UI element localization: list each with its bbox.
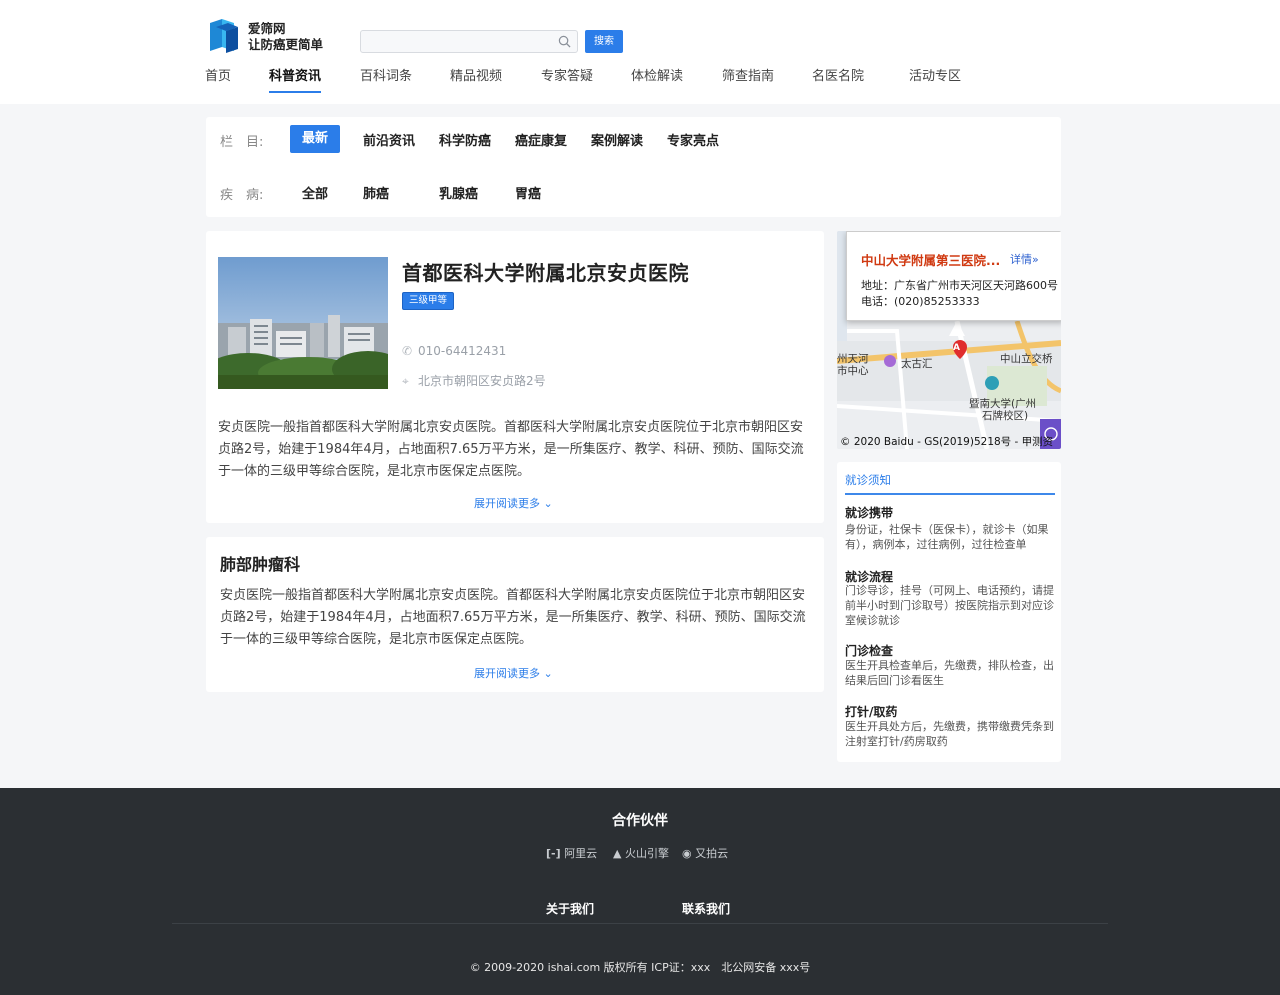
disease-stomach[interactable]: 胃癌 bbox=[515, 183, 541, 202]
partners-title: 合作伙伴 bbox=[612, 813, 668, 829]
footer-divider bbox=[172, 923, 1108, 924]
footer-about-link[interactable]: 关于我们 bbox=[546, 900, 594, 917]
column-frontier[interactable]: 前沿资讯 bbox=[363, 130, 415, 149]
department-card: 肺部肿瘤科 安贞医院一般指首都医科大学附属北京安贞医院。首都医科大学附属北京安贞… bbox=[206, 537, 824, 692]
nav-videos[interactable]: 精品视频 bbox=[450, 68, 502, 96]
hospital-address: ⌖ 北京市朝阳区安贞路2号 bbox=[402, 374, 546, 388]
search-input[interactable] bbox=[360, 30, 578, 53]
brand-slogan: 让防癌更简单 bbox=[248, 37, 324, 52]
notice-section-text: 医生开具处方后，先缴费，携带缴费凭条到注射室打针/药房取药 bbox=[845, 720, 1054, 748]
disease-label: 疾 病: bbox=[220, 188, 264, 203]
phone-icon: ✆ bbox=[402, 344, 413, 358]
hospital-level-badge: 三级甲等 bbox=[402, 292, 455, 310]
popup-hospital-title: 中山大学附属第三医院... bbox=[861, 253, 1001, 268]
chevron-down-icon: ⌄ bbox=[543, 667, 553, 680]
popup-detail-link[interactable]: 详情» bbox=[1010, 251, 1039, 267]
partner-aliyun[interactable]: [-] 阿里云 bbox=[546, 845, 597, 861]
site-header: 爱筛网 让防癌更简单 搜索 首页 科普资讯 百科词条 精品视频 专家答疑 体检解… bbox=[0, 0, 1280, 104]
visit-notice-panel: 就诊须知 就诊携带 身份证，社保卡（医保卡），就诊卡（如果有），病例本，过往病例… bbox=[837, 462, 1061, 762]
notice-section-text: 身份证，社保卡（医保卡），就诊卡（如果有），病例本，过往病例，过往检查单 bbox=[845, 523, 1049, 551]
department-title: 肺部肿瘤科 bbox=[220, 555, 301, 574]
map-label-taiguhui: 太古汇 bbox=[901, 358, 933, 370]
nav-expert-qa[interactable]: 专家答疑 bbox=[541, 68, 593, 96]
column-prevention[interactable]: 科学防癌 bbox=[439, 130, 491, 149]
column-filter-row: 栏 目: 最新 前沿资讯 科学防癌 癌症康复 案例解读 专家亮点 bbox=[206, 125, 1061, 153]
footer-contact-link[interactable]: 联系我们 bbox=[682, 900, 730, 917]
nav-science-news[interactable]: 科普资讯 bbox=[269, 68, 322, 96]
map-marker-label: A bbox=[953, 343, 960, 353]
nav-screening-guide[interactable]: 筛查指南 bbox=[722, 68, 774, 96]
disease-all[interactable]: 全部 bbox=[302, 183, 328, 202]
nav-checkup[interactable]: 体检解读 bbox=[631, 68, 683, 96]
hospital-read-more-link[interactable]: 展开阅读更多 ⌄ bbox=[474, 495, 553, 511]
column-experts[interactable]: 专家亮点 bbox=[667, 130, 719, 149]
notice-section-title: 就诊携带 bbox=[845, 506, 894, 520]
site-footer: 合作伙伴 [-] 阿里云 ▲ 火山引擎 ◉ 又拍云 关于我们 联系我们 © 20… bbox=[0, 788, 1280, 995]
chevron-down-icon: ⌄ bbox=[543, 497, 553, 510]
tab-visit-notice[interactable]: 就诊须知 bbox=[845, 472, 891, 488]
department-read-more-link[interactable]: 展开阅读更多 ⌄ bbox=[474, 665, 553, 681]
footer-copyright: © 2009-2020 ishai.com 版权所有 ICP证：xxx 北公网安… bbox=[469, 961, 811, 974]
filter-panel: 栏 目: 最新 前沿资讯 科学防癌 癌症康复 案例解读 专家亮点 疾 病: 全部… bbox=[206, 117, 1061, 217]
upyun-logo-icon: ◉ bbox=[682, 847, 692, 860]
column-latest[interactable]: 最新 bbox=[290, 125, 341, 153]
location-pin-icon: ⌖ bbox=[402, 374, 409, 388]
hospital-phone: ✆ 010-64412431 bbox=[402, 344, 507, 358]
nav-encyclopedia[interactable]: 百科词条 bbox=[360, 68, 412, 96]
column-recovery[interactable]: 癌症康复 bbox=[515, 130, 567, 149]
hospital-description: 安贞医院一般指首都医科大学附属北京安贞医院。首都医科大学附属北京安贞医院位于北京… bbox=[218, 420, 804, 479]
nav-doctors-hospitals[interactable]: 名医名院 bbox=[812, 68, 864, 96]
notice-section-title: 打针/取药 bbox=[845, 705, 898, 719]
logo-book-icon bbox=[210, 19, 238, 53]
notice-section-text: 医生开具检查单后，先缴费，排队检查，出结果后回门诊看医生 bbox=[845, 659, 1054, 687]
volcano-logo-icon: ▲ bbox=[613, 847, 622, 860]
column-cases[interactable]: 案例解读 bbox=[591, 130, 643, 149]
notice-section-title: 门诊检查 bbox=[845, 644, 894, 658]
partner-upyun[interactable]: ◉ 又拍云 bbox=[682, 845, 728, 861]
map-label-zhongshan: 中山立交桥 bbox=[1000, 353, 1053, 365]
disease-breast[interactable]: 乳腺癌 bbox=[439, 183, 478, 202]
notice-section-text: 门诊导诊，挂号（可网上、电话预约，请提前半小时到门诊取号）按医院指示到对应诊室候… bbox=[845, 584, 1054, 627]
map-label-jinan-2: 石牌校区) bbox=[982, 410, 1029, 422]
site-logo[interactable]: 爱筛网 让防癌更简单 bbox=[208, 17, 338, 57]
map-label-center: 市中心 bbox=[837, 365, 869, 377]
popup-phone: 电话：(020)85253333 bbox=[861, 295, 980, 308]
map-info-popup: 中山大学附属第三医院... 详情» 地址：广东省广州市天河区天河路600号 电话… bbox=[846, 231, 1061, 321]
hospital-map[interactable]: A 州天河 市中心 太古汇 中山立交桥 暨南大学(广州 石牌校区) © 2020… bbox=[837, 231, 1061, 449]
nav-events[interactable]: 活动专区 bbox=[909, 68, 961, 96]
partner-volcengine[interactable]: ▲ 火山引擎 bbox=[613, 845, 669, 861]
nav-home[interactable]: 首页 bbox=[205, 68, 231, 96]
popup-address: 地址：广东省广州市天河区天河路600号 bbox=[861, 279, 1058, 292]
brand-name: 爱筛网 bbox=[248, 21, 286, 36]
hospital-card: 首都医科大学附属北京安贞医院 三级甲等 ✆ 010-64412431 ⌖ 北京市朝阳… bbox=[206, 231, 824, 523]
hospital-name[interactable]: 首都医科大学附属北京安贞医院 bbox=[402, 257, 689, 286]
disease-lung[interactable]: 肺癌 bbox=[363, 183, 389, 202]
search-button[interactable]: 搜索 bbox=[585, 30, 623, 53]
hospital-photo bbox=[218, 257, 388, 389]
tab-underline bbox=[845, 493, 1055, 495]
map-copyright: © 2020 Baidu - GS(2019)5218号 - 甲测资 bbox=[840, 436, 1054, 448]
search-icon[interactable] bbox=[558, 35, 571, 48]
disease-filter-row: 疾 病: 全部 肺癌 乳腺癌 胃癌 bbox=[206, 178, 1061, 206]
main-nav: 首页 科普资讯 百科词条 精品视频 专家答疑 体检解读 筛查指南 名医名院 活动… bbox=[0, 68, 1280, 100]
column-label: 栏 目: bbox=[220, 135, 264, 150]
aliyun-logo-icon: [-] bbox=[546, 847, 561, 860]
department-description: 安贞医院一般指首都医科大学附属北京安贞医院。首都医科大学附属北京安贞医院位于北京… bbox=[220, 588, 806, 647]
